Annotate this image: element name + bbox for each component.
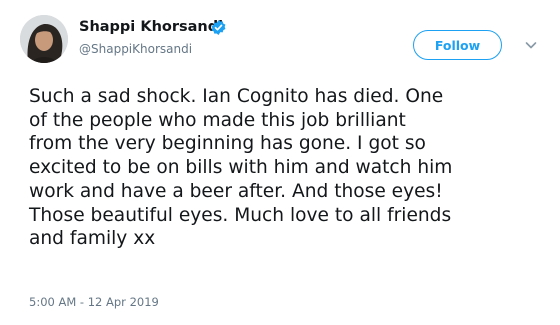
avatar[interactable]: [20, 15, 68, 63]
tweet-text-line: excited to be on bills with him and watc…: [29, 157, 453, 179]
tweet-timestamp[interactable]: 5:00 AM - 12 Apr 2019: [29, 295, 159, 309]
tweet-text: Such a sad shock. Ian Cognito has died. …: [29, 85, 549, 251]
follow-button[interactable]: Follow: [413, 30, 502, 60]
author-display-name[interactable]: Shappi Khorsandi: [79, 19, 223, 35]
verified-badge-icon: [211, 20, 226, 35]
tweet-text-line: Such a sad shock. Ian Cognito has died. …: [29, 86, 444, 107]
author-handle[interactable]: @ShappiKhorsandi: [79, 42, 192, 56]
tweet-text-line: from the very beginning has gone. I got …: [29, 133, 426, 155]
tweet-text-line: and family xx: [29, 228, 156, 250]
tweet-text-line: of the people who made this job brillian…: [29, 109, 406, 131]
chevron-down-icon[interactable]: [523, 37, 539, 53]
avatar-photo: [20, 15, 68, 63]
tweet-card: Shappi Khorsandi @ShappiKhorsandi Follow…: [0, 0, 560, 325]
tweet-text-line: Those beautiful eyes. Much love to all f…: [29, 204, 452, 226]
tweet-text-line: work and have a beer after. And those ey…: [29, 180, 443, 202]
